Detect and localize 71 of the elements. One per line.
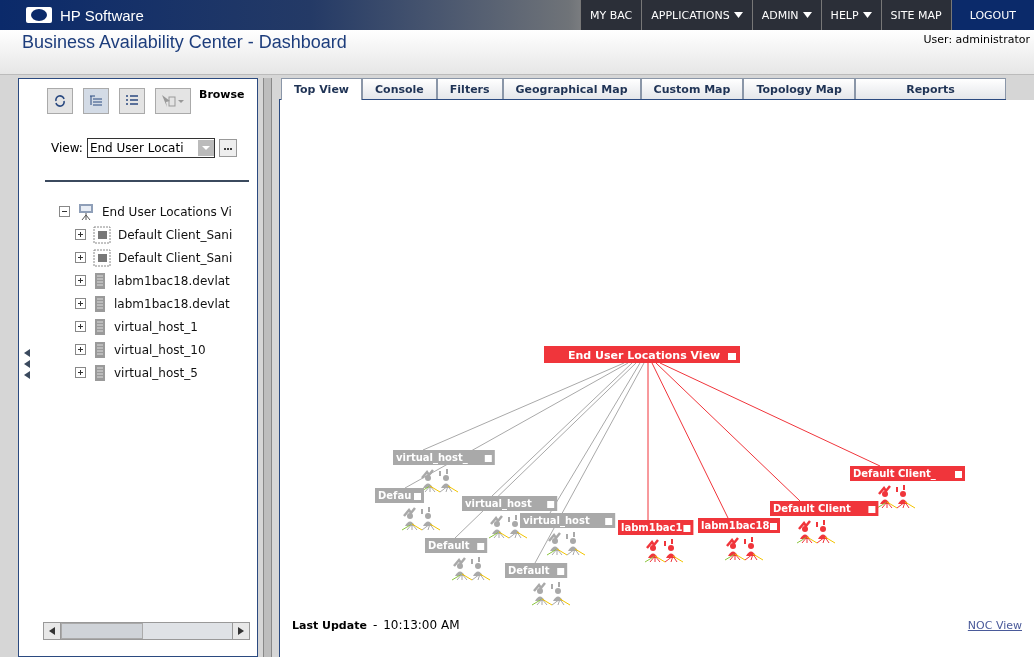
collapse-panel-icon[interactable] (23, 349, 31, 379)
user-status-drawing (796, 519, 836, 544)
tab[interactable]: Geographical Map (502, 78, 641, 99)
tab[interactable]: Console (362, 78, 437, 99)
user-label: User: administrator (923, 33, 1030, 47)
diagram-node[interactable]: Default Client (770, 501, 879, 516)
view-label: View: (51, 141, 83, 155)
diagram-node[interactable]: End User Locations View (544, 346, 740, 363)
server-icon (93, 340, 107, 359)
nav-link[interactable]: LOGOUT (950, 0, 1034, 30)
refresh-button[interactable] (47, 88, 73, 114)
scroll-right-icon[interactable] (238, 627, 244, 635)
diagram-node[interactable]: Default Client_ (850, 466, 965, 481)
refresh-icon (53, 94, 67, 108)
more-icon[interactable] (218, 139, 237, 157)
expand-icon[interactable] (75, 252, 86, 263)
user-status-drawing (401, 506, 441, 531)
tree-item[interactable]: Default Client_Sani (118, 250, 233, 265)
expand-icon[interactable] (75, 367, 86, 378)
user-status-drawing (451, 556, 491, 581)
collapse-icon[interactable] (59, 206, 70, 217)
last-update-time: 10:13:00 AM (383, 618, 460, 632)
expand-icon[interactable] (75, 344, 86, 355)
server-icon (93, 294, 107, 313)
tree-item[interactable]: labm1bac18.devlat (114, 296, 230, 311)
caret-icon (862, 12, 872, 18)
noc-view-link[interactable]: NOC View (967, 618, 1022, 632)
presentation-icon (77, 202, 95, 221)
last-update-label: Last Update (292, 618, 367, 632)
expand-icon[interactable] (75, 298, 86, 309)
server-icon (93, 271, 107, 290)
caret-icon (733, 12, 743, 18)
expand-icon[interactable] (75, 229, 86, 240)
tree-item[interactable]: virtual_host_10 (114, 342, 206, 357)
list-icon (125, 94, 139, 108)
expand-icon[interactable] (75, 275, 86, 286)
expand-icon[interactable] (75, 321, 86, 332)
horizontal-scrollbar[interactable] (43, 622, 250, 640)
user-status-drawing (546, 531, 586, 556)
user-status-drawing (876, 484, 916, 509)
separator-text: - (372, 618, 378, 632)
diagram-node[interactable]: labm1bac1 (618, 520, 694, 535)
tree-item[interactable]: labm1bac18.devlat (114, 273, 230, 288)
tree-icon (89, 94, 103, 108)
user-status-drawing (531, 581, 571, 606)
user-status-drawing (644, 538, 684, 563)
tree-item[interactable]: virtual_host_1 (114, 319, 198, 334)
scroll-left-icon[interactable] (49, 627, 55, 635)
browse-label: Browse (199, 88, 245, 101)
server-icon (93, 317, 107, 336)
user-status-drawing (724, 536, 764, 561)
server-icon (93, 363, 107, 382)
tab[interactable]: Top View (281, 78, 363, 100)
caret-icon (802, 12, 812, 18)
tab[interactable]: Custom Map (640, 78, 744, 99)
client-icon (93, 225, 111, 244)
page-title: Business Availability Center - Dashboard (22, 32, 347, 54)
pointer-icon (161, 94, 185, 108)
tree-item[interactable]: virtual_host_5 (114, 365, 198, 380)
client-icon (93, 248, 111, 267)
tab[interactable]: Filters (436, 78, 503, 99)
user-status-drawing (419, 468, 459, 493)
view-dropdown[interactable]: End User Locati (86, 138, 215, 158)
tab[interactable]: Reports (854, 78, 1006, 99)
list-view-button[interactable] (119, 88, 145, 114)
tree-item[interactable]: End User Locations Vi (102, 204, 232, 219)
tree-item[interactable]: Default Client_Sani (118, 227, 233, 242)
logo-icon (26, 7, 52, 23)
diagram-node[interactable]: labm1bac18 (698, 518, 780, 533)
brand-name: HP Software (60, 6, 144, 24)
tab[interactable]: Topology Map (743, 78, 855, 99)
